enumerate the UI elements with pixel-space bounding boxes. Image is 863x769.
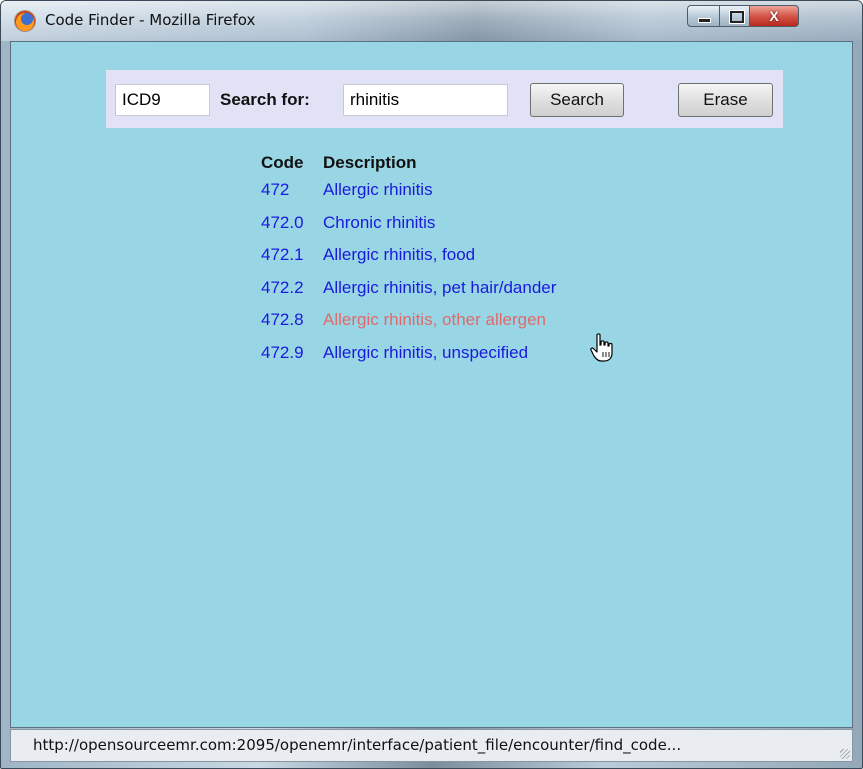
result-code-link[interactable]: 472.2 <box>261 278 304 298</box>
window-title: Code Finder - Mozilla Firefox <box>45 11 256 29</box>
result-description-link[interactable]: Allergic rhinitis <box>323 180 433 200</box>
status-url: http://opensourceemr.com:2095/openemr/in… <box>33 736 682 754</box>
search-bar: Search for: Search Erase <box>106 70 783 128</box>
minimize-button[interactable] <box>687 5 720 27</box>
result-code-link[interactable]: 472.0 <box>261 213 304 233</box>
result-code-link[interactable]: 472.9 <box>261 343 304 363</box>
search-input[interactable] <box>343 84 508 116</box>
result-code-link[interactable]: 472 <box>261 180 289 200</box>
code-type-input[interactable] <box>115 84 210 116</box>
result-code-link[interactable]: 472.1 <box>261 245 304 265</box>
hand-cursor-icon <box>590 333 613 362</box>
result-description-link[interactable]: Allergic rhinitis, other allergen <box>323 310 546 330</box>
close-icon: X <box>769 8 779 24</box>
result-description-link[interactable]: Allergic rhinitis, unspecified <box>323 343 528 363</box>
page-content: Search for: Search Erase Code Descriptio… <box>10 41 853 728</box>
result-description-link[interactable]: Allergic rhinitis, pet hair/dander <box>323 278 556 298</box>
header-code: Code <box>261 153 304 172</box>
close-button[interactable]: X <box>749 5 799 27</box>
search-for-label: Search for: <box>220 90 310 109</box>
search-button[interactable]: Search <box>530 83 624 117</box>
status-bar: http://opensourceemr.com:2095/openemr/in… <box>10 729 853 762</box>
firefox-icon <box>15 11 35 31</box>
browser-window: Code Finder - Mozilla Firefox X Search f… <box>0 0 863 769</box>
maximize-button[interactable] <box>719 5 750 27</box>
result-description-link[interactable]: Chronic rhinitis <box>323 213 435 233</box>
erase-button[interactable]: Erase <box>678 83 773 117</box>
maximize-icon <box>730 11 744 23</box>
header-description: Description <box>323 153 417 172</box>
result-description-link[interactable]: Allergic rhinitis, food <box>323 245 475 265</box>
minimize-icon <box>699 19 710 22</box>
title-bar[interactable]: Code Finder - Mozilla Firefox X <box>1 1 862 41</box>
resize-grip-icon[interactable] <box>840 749 850 759</box>
result-code-link[interactable]: 472.8 <box>261 310 304 330</box>
